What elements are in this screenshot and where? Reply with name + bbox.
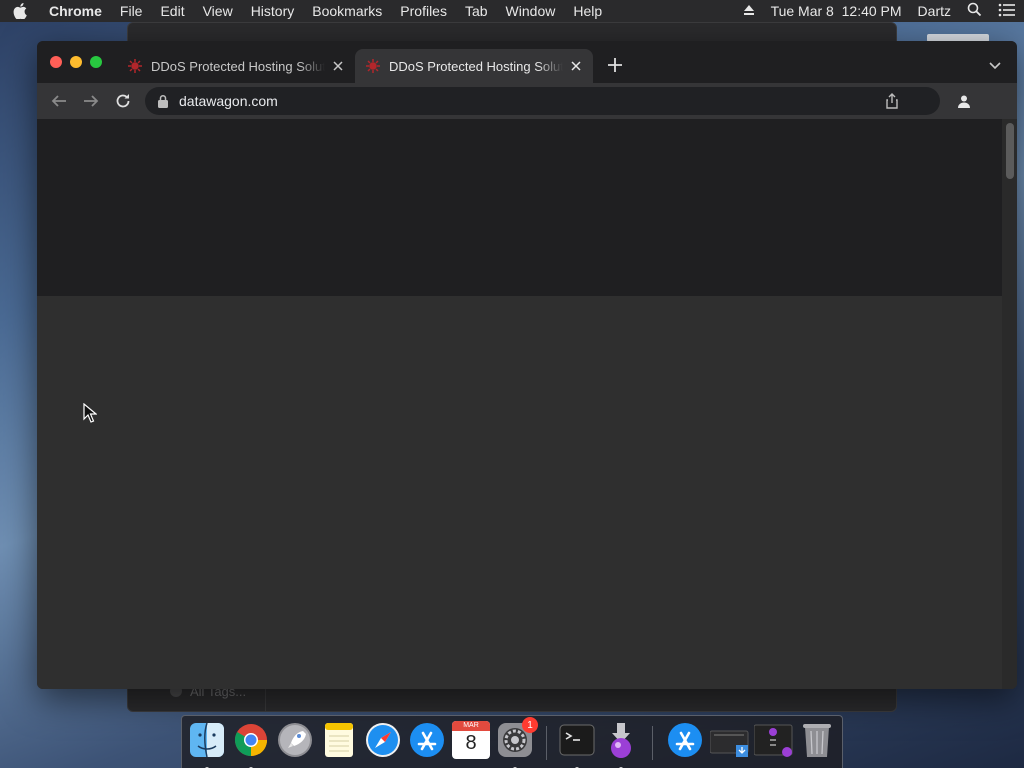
notification-center-icon[interactable]	[990, 3, 1024, 20]
tab-active[interactable]: DDoS Protected Hosting Solutions	[355, 49, 593, 83]
page-hero-banner	[37, 119, 1002, 296]
browser-window: DDoS Protected Hosting Solutions DDoS Pr…	[37, 41, 1017, 689]
dock: MAR 8 1	[181, 715, 843, 768]
menu-bookmarks[interactable]: Bookmarks	[303, 3, 391, 19]
tab-close-icon[interactable]	[567, 57, 585, 75]
tab-close-icon[interactable]	[329, 57, 347, 75]
dock-finder[interactable]	[188, 721, 226, 768]
menu-clock[interactable]: Tue Mar 8 12:40 PM	[763, 3, 910, 19]
compass-icon	[366, 723, 400, 757]
tab-title: DDoS Protected Hosting Solutions	[151, 58, 325, 74]
site-favicon-icon	[128, 59, 142, 73]
window-maximize-button[interactable]	[90, 56, 102, 68]
menu-edit[interactable]: Edit	[151, 3, 193, 19]
address-bar[interactable]: datawagon.com	[145, 87, 940, 115]
installer-icon	[611, 723, 631, 758]
tab-title: DDoS Protected Hosting Solutions	[389, 58, 563, 74]
menu-view[interactable]: View	[194, 3, 242, 19]
dock-installer[interactable]	[602, 721, 640, 768]
dock-downloads-stack[interactable]	[709, 721, 749, 759]
window-close-button[interactable]	[50, 56, 62, 68]
eject-icon[interactable]	[735, 3, 763, 19]
rocket-icon	[278, 723, 312, 757]
dock-trash[interactable]	[798, 721, 836, 759]
tab-inactive[interactable]: DDoS Protected Hosting Solutions	[117, 49, 352, 83]
notification-badge: 1	[522, 717, 538, 733]
back-arrow-icon[interactable]	[50, 92, 68, 110]
menu-help[interactable]: Help	[564, 3, 611, 19]
dock-calendar[interactable]: MAR 8	[452, 721, 490, 759]
menu-window[interactable]: Window	[497, 3, 565, 19]
url-text: datawagon.com	[179, 93, 278, 109]
notes-icon	[325, 723, 353, 757]
utilities-stack-icon	[753, 724, 793, 757]
menu-file[interactable]: File	[111, 3, 152, 19]
profile-avatar-icon[interactable]	[953, 90, 975, 112]
dock-launchpad[interactable]	[276, 721, 314, 759]
calendar-day: 8	[465, 732, 477, 754]
app-store-icon	[668, 723, 702, 757]
app-store-icon	[410, 723, 444, 757]
mouse-pointer-icon	[83, 403, 97, 423]
share-icon[interactable]	[884, 93, 900, 109]
dock-app-store-2[interactable]	[666, 721, 704, 759]
menu-profiles[interactable]: Profiles	[391, 3, 456, 19]
tab-strip: DDoS Protected Hosting Solutions DDoS Pr…	[37, 41, 1017, 83]
reload-icon[interactable]	[114, 92, 132, 110]
dock-separator	[652, 726, 653, 760]
dock-separator	[546, 726, 547, 760]
dock-notes[interactable]	[320, 721, 358, 759]
chrome-icon	[234, 724, 268, 757]
browser-toolbar: datawagon.com	[37, 83, 1017, 119]
forward-arrow-icon[interactable]	[82, 92, 100, 110]
menu-user[interactable]: Dartz	[910, 3, 959, 19]
finder-icon	[190, 722, 224, 758]
dock-safari[interactable]	[364, 721, 402, 759]
dock-system-preferences[interactable]: 1	[496, 717, 538, 768]
terminal-icon	[559, 724, 595, 756]
menu-bar: Chrome File Edit View History Bookmarks …	[0, 0, 1024, 22]
window-minimize-button[interactable]	[70, 56, 82, 68]
dock-terminal[interactable]	[558, 721, 596, 768]
trash-icon	[803, 724, 831, 757]
dock-app-store[interactable]	[408, 721, 446, 759]
calendar-month: MAR	[452, 721, 490, 731]
menu-app-name[interactable]: Chrome	[40, 3, 111, 19]
dock-chrome[interactable]	[232, 721, 270, 768]
dock-utilities-stack[interactable]	[753, 721, 793, 759]
page-content[interactable]	[37, 119, 1017, 689]
lock-icon[interactable]	[157, 94, 169, 108]
vertical-scrollbar[interactable]	[1002, 119, 1017, 689]
site-favicon-icon	[366, 59, 380, 73]
menu-history[interactable]: History	[242, 3, 304, 19]
scrollbar-thumb[interactable]	[1006, 123, 1014, 179]
downloads-stack-icon	[709, 730, 749, 757]
chevron-down-icon[interactable]	[987, 57, 1003, 73]
calendar-icon: MAR 8	[452, 721, 490, 759]
apple-menu-icon[interactable]	[0, 3, 40, 19]
menu-tab[interactable]: Tab	[456, 3, 497, 19]
spotlight-search-icon[interactable]	[959, 2, 990, 20]
new-tab-plus-icon[interactable]	[606, 56, 624, 74]
